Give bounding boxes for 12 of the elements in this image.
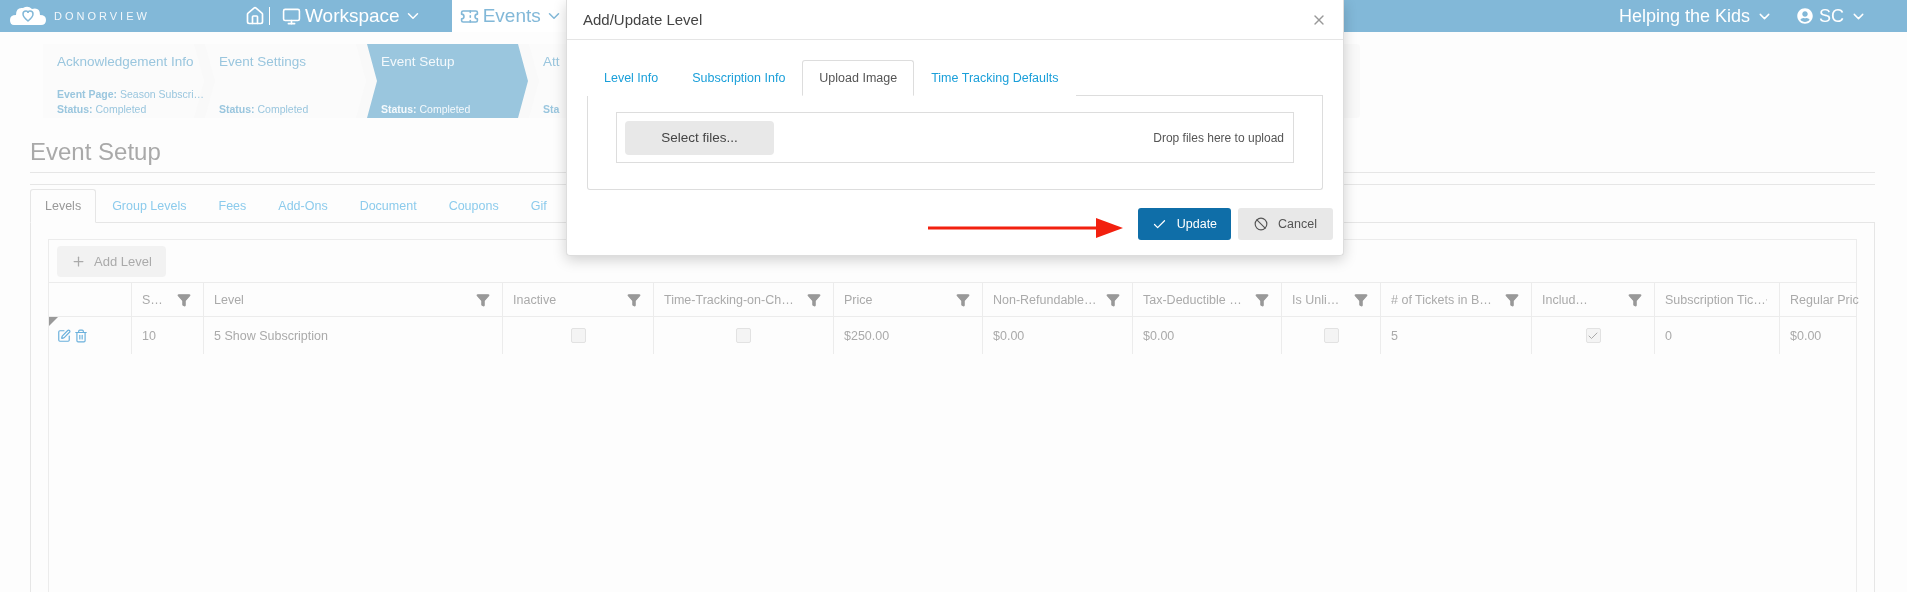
page-title: Event Setup bbox=[30, 137, 161, 167]
table-cell: 10 bbox=[131, 317, 203, 354]
table-cell: 5 Show Subscription bbox=[203, 317, 502, 354]
table-cell: $0.00 bbox=[982, 317, 1132, 354]
table-cell: 0 bbox=[1654, 317, 1779, 354]
logo-text: DONORVIEW bbox=[54, 10, 150, 22]
table-cell: $0.00 bbox=[1779, 317, 1864, 354]
table-cell: $250.00 bbox=[833, 317, 982, 354]
dialog-title: Add/Update Level bbox=[583, 11, 703, 28]
table-cell: $0.00 bbox=[1132, 317, 1281, 354]
table-cell: 5 bbox=[1380, 317, 1531, 354]
drop-hint: Drop files here to upload bbox=[1153, 130, 1284, 145]
